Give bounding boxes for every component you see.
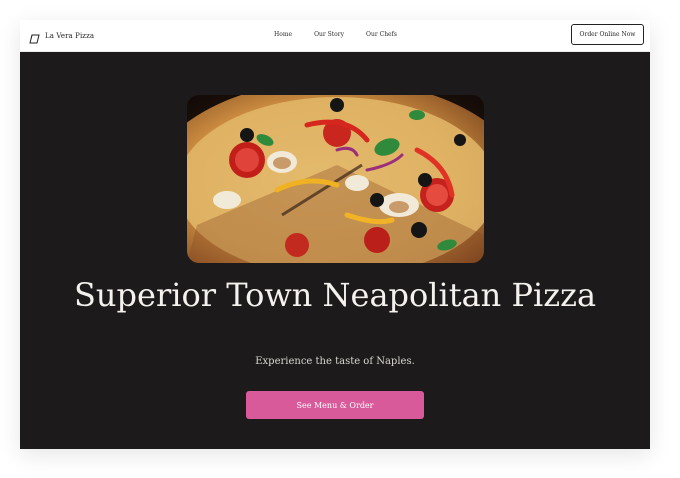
order-online-button[interactable]: Order Online Now — [571, 24, 644, 45]
nav-item-home[interactable]: Home — [274, 31, 292, 38]
brand-logo[interactable]: La Vera Pizza — [28, 29, 95, 44]
main-nav: Home Our Story Our Chefs — [274, 31, 419, 38]
brand-name: La Vera Pizza — [45, 32, 95, 40]
hero-title: Superior Town Neapolitan Pizza — [73, 276, 597, 314]
nav-item-our-story[interactable]: Our Story — [314, 31, 344, 38]
top-navbar: La Vera Pizza Home Our Story Our Chefs O… — [20, 20, 650, 52]
nav-item-our-chefs[interactable]: Our Chefs — [366, 31, 397, 38]
hero-subtitle: Experience the taste of Naples. — [255, 356, 415, 367]
pizza-slice-icon — [28, 30, 40, 44]
website-frame: La Vera Pizza Home Our Story Our Chefs O… — [20, 20, 650, 449]
see-menu-order-button[interactable]: See Menu & Order — [246, 391, 424, 419]
hero-pizza-image — [187, 95, 484, 263]
